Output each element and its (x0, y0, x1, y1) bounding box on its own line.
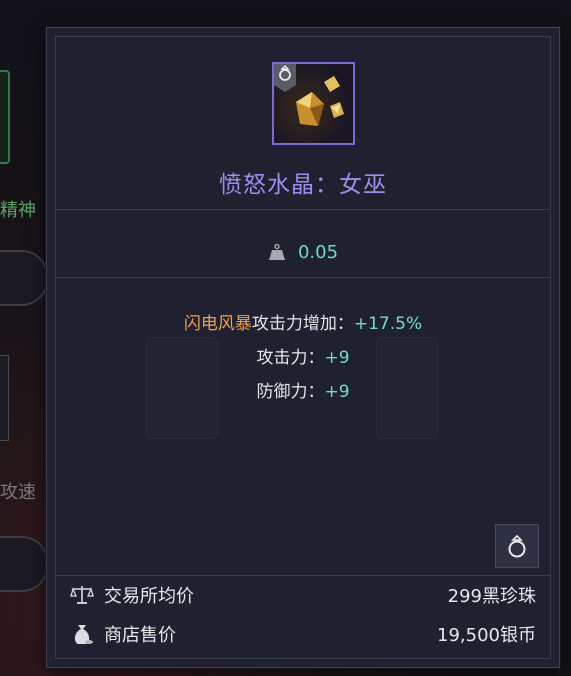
stat-value: +9 (324, 348, 350, 368)
item-tooltip: 愤怒水晶：女巫 0.05 闪电风暴攻击力增加：+17.5% 攻击力：+9 防御力… (46, 27, 560, 668)
divider (56, 575, 550, 576)
market-price-label: 交易所均价 (104, 586, 194, 607)
item-weight: 0.05 (297, 241, 339, 263)
market-price-row: 交易所均价 299黑珍珠 (70, 582, 536, 608)
stat-skill-name: 闪电风暴 (183, 314, 252, 334)
stat-line: 攻击力：+9 (56, 341, 550, 375)
item-icon-frame[interactable] (272, 62, 355, 145)
background-slot (0, 250, 48, 306)
background-box (0, 355, 9, 441)
item-stats: 闪电风暴攻击力增加：+17.5% 攻击力：+9 防御力：+9 (56, 307, 550, 409)
scales-icon (70, 583, 94, 607)
shop-price-value: 19,500银币 (437, 625, 536, 646)
divider (56, 209, 550, 210)
shop-price-row: 商店售价 19,500银币 (70, 621, 536, 647)
stat-line: 闪电风暴攻击力增加：+17.5% (56, 307, 550, 341)
equip-slot-button[interactable] (495, 524, 539, 568)
stat-value: +17.5% (353, 314, 423, 334)
stat-label: 攻击力增加： (251, 314, 354, 334)
weight-icon (268, 243, 285, 260)
weight-row: 0.05 (56, 240, 550, 264)
stat-value: +9 (324, 382, 350, 402)
money-bag-icon (70, 622, 94, 646)
background-label-spirit: 精神 (0, 200, 36, 221)
stat-label: 攻击力： (256, 348, 325, 368)
stat-label: 防御力： (256, 382, 325, 402)
ring-icon (508, 534, 526, 558)
background-slot (0, 536, 48, 592)
tooltip-frame: 愤怒水晶：女巫 0.05 闪电风暴攻击力增加：+17.5% 攻击力：+9 防御力… (55, 36, 551, 659)
background-label-attack-speed: 攻速 (0, 482, 36, 503)
background-panel (0, 70, 10, 164)
divider (56, 277, 550, 278)
market-price-value: 299黑珍珠 (447, 586, 536, 607)
item-name: 愤怒水晶：女巫 (219, 172, 387, 198)
shop-price-label: 商店售价 (104, 625, 176, 646)
stat-line: 防御力：+9 (56, 375, 550, 409)
